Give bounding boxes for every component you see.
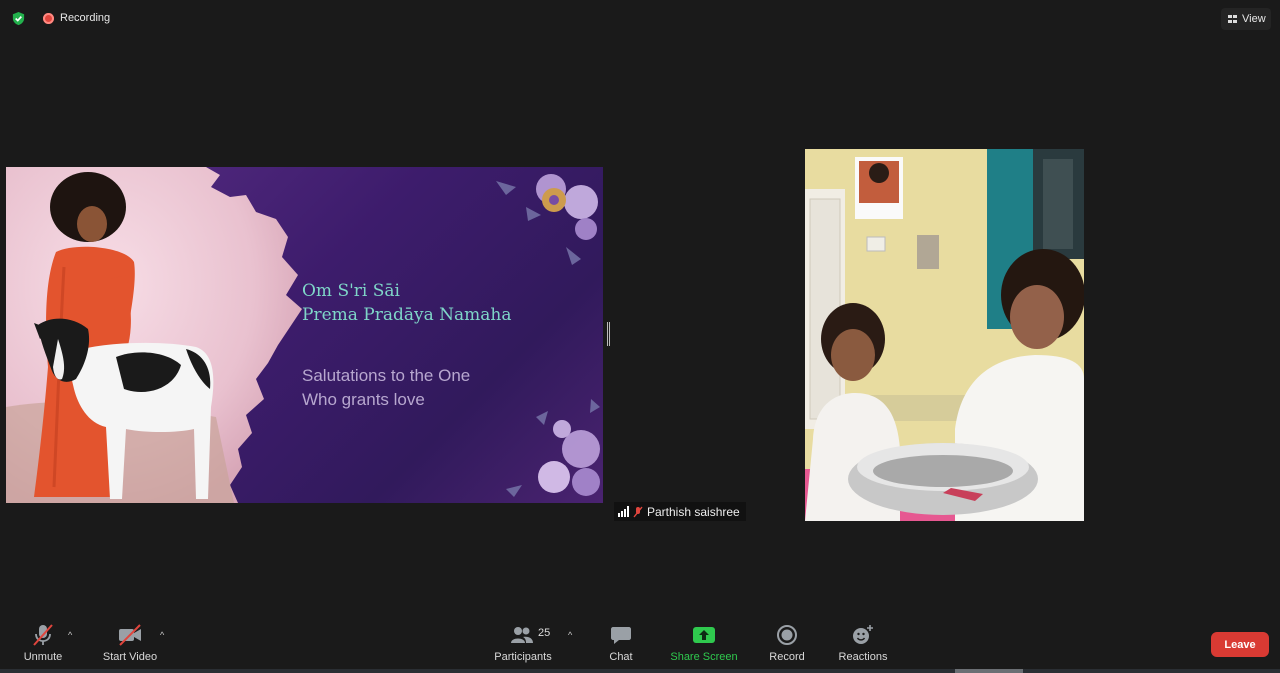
- split-view-resize-handle[interactable]: [607, 322, 610, 346]
- signal-strength-icon: [618, 506, 629, 517]
- reactions-label: Reactions: [838, 651, 888, 663]
- slide-title: Om S'ri Sāi Prema Pradāya Namaha: [302, 279, 512, 327]
- participants-count: 25: [538, 627, 551, 639]
- view-label: View: [1242, 13, 1266, 25]
- video-camera-off-icon: [119, 624, 141, 646]
- participant-video-frame: [805, 149, 1084, 521]
- slide-subtitle-line: Who grants love: [302, 390, 425, 409]
- shield-check-icon[interactable]: [11, 11, 26, 26]
- record-icon: [777, 625, 797, 645]
- chat-button[interactable]: Chat: [604, 622, 638, 663]
- share-screen-button[interactable]: Share Screen: [668, 622, 740, 663]
- share-screen-arrow-icon: [693, 627, 715, 643]
- participants-options-caret-icon[interactable]: ^: [568, 630, 572, 640]
- slide-title-line: Prema Pradāya Namaha: [302, 305, 512, 325]
- meeting-controls-toolbar: Unmute ^ Start Video ^ Participants 25 ^: [0, 612, 1280, 673]
- reactions-smiley-icon: [853, 625, 873, 644]
- audio-options-caret-icon[interactable]: ^: [68, 630, 72, 640]
- participant-name-label: Parthish saishree: [647, 504, 740, 519]
- microphone-muted-icon: [33, 624, 53, 646]
- view-button[interactable]: View: [1221, 8, 1271, 30]
- meeting-top-bar: Recording View: [0, 0, 1280, 36]
- record-label: Record: [769, 651, 805, 663]
- slide-subtitle-line: Salutations to the One: [302, 366, 471, 385]
- leave-meeting-button[interactable]: Leave: [1211, 632, 1269, 657]
- record-button[interactable]: Record: [766, 622, 808, 663]
- start-video-label: Start Video: [102, 651, 158, 663]
- muted-microphone-icon: [633, 506, 643, 517]
- horizontal-scrollbar-thumb[interactable]: [955, 669, 1023, 673]
- grid-view-icon: [1228, 15, 1237, 23]
- participant-video[interactable]: [805, 149, 1084, 521]
- slide-photo: [6, 167, 600, 503]
- participant-name-tag: Parthish saishree: [614, 502, 746, 521]
- participants-icon: [511, 627, 533, 643]
- chat-label: Chat: [609, 651, 633, 663]
- share-screen-label: Share Screen: [670, 651, 738, 663]
- reactions-button[interactable]: Reactions: [836, 622, 890, 663]
- slide-subtitle: Salutations to the One Who grants love: [302, 364, 470, 412]
- unmute-label: Unmute: [23, 651, 63, 663]
- recording-status-label[interactable]: Recording: [60, 12, 110, 24]
- shared-screen-slide: Om S'ri Sāi Prema Pradāya Namaha Salutat…: [6, 167, 603, 503]
- participants-label: Participants: [494, 651, 552, 663]
- horizontal-scrollbar-track: [0, 669, 1280, 673]
- record-dot-icon: [43, 13, 54, 24]
- start-video-button[interactable]: Start Video: [100, 622, 160, 663]
- unmute-button[interactable]: Unmute: [18, 622, 68, 663]
- chat-bubble-icon: [611, 627, 631, 644]
- video-options-caret-icon[interactable]: ^: [160, 630, 164, 640]
- slide-title-line: Om S'ri Sāi: [302, 281, 400, 301]
